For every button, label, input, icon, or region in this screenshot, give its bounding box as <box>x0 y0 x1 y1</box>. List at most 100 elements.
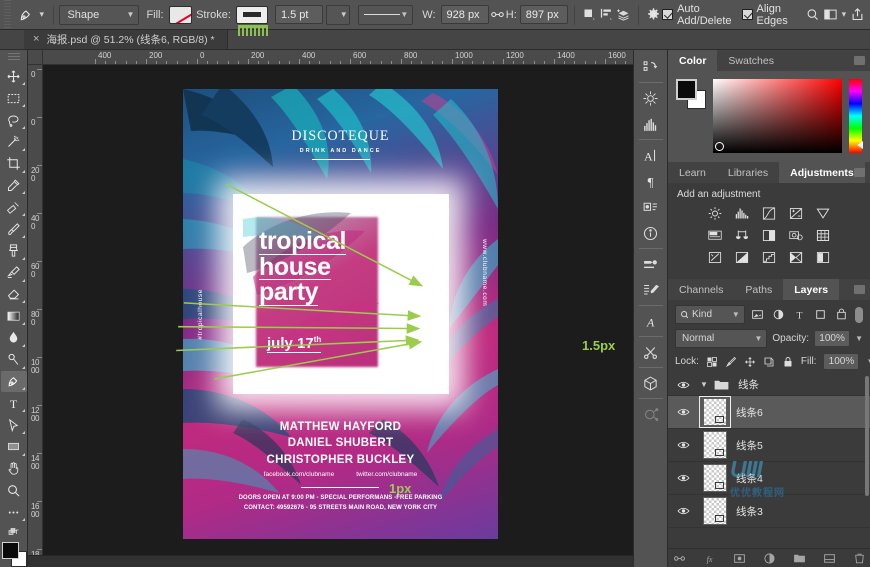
shape-filter-icon[interactable] <box>813 306 829 324</box>
move-tool[interactable] <box>1 66 27 88</box>
stroke-style-select[interactable]: ▼ <box>358 5 413 25</box>
swap-colors-button[interactable] <box>1 523 27 540</box>
auto-add-delete-checkbox[interactable]: Auto Add/Delete <box>662 3 731 27</box>
vertical-ruler[interactable]: 0020040060080010001200140016001800200 <box>28 65 43 555</box>
glyphs-icon[interactable]: A <box>636 308 666 334</box>
spot-healing-tool[interactable] <box>1 196 27 218</box>
exposure-icon[interactable] <box>787 205 805 221</box>
workspace-caret-icon[interactable]: ▾ <box>839 4 849 26</box>
opacity-chevron-icon[interactable]: ▼ <box>855 334 863 343</box>
lock-position-icon[interactable] <box>744 355 756 369</box>
tool-presets-icon[interactable] <box>636 251 666 277</box>
color-lookup-icon[interactable] <box>706 249 724 265</box>
foreground-background-colors[interactable] <box>1 542 27 567</box>
fill-chevron-icon[interactable]: ▼ <box>866 357 870 366</box>
layer-list-scrollbar[interactable] <box>865 376 869 496</box>
tool-preset-caret[interactable]: ▾ <box>37 4 47 26</box>
pen-tool[interactable] <box>1 371 27 393</box>
history-brush-tool[interactable] <box>1 262 27 284</box>
fill-value[interactable]: 100% <box>823 353 859 370</box>
layer-visibility-toggle[interactable] <box>672 506 694 516</box>
canvas-stage[interactable]: DISCOTEQUE DRINK AND DANCE tropical hous… <box>43 65 633 555</box>
lock-all-icon[interactable] <box>782 355 794 369</box>
stroke-swatch[interactable] <box>236 6 268 24</box>
layer-kind-filter[interactable]: Kind ▼ <box>675 305 745 324</box>
layer-thumbnail-wrapper[interactable] <box>698 495 732 527</box>
layer-visibility-toggle[interactable] <box>672 440 694 450</box>
tools-panel-grip[interactable] <box>8 53 20 62</box>
type-filter-icon[interactable]: T <box>792 306 808 324</box>
tab-paths[interactable]: Paths <box>734 279 783 300</box>
type-tool[interactable]: T <box>1 392 27 414</box>
vibrance-icon[interactable] <box>814 205 832 221</box>
path-arrangement-icon[interactable] <box>615 4 632 26</box>
close-icon[interactable]: × <box>33 34 39 45</box>
fx-icon[interactable]: fx <box>702 551 716 565</box>
magic-wand-tool[interactable] <box>1 131 27 153</box>
tab-libraries[interactable]: Libraries <box>717 162 779 183</box>
poster-document[interactable]: DISCOTEQUE DRINK AND DANCE tropical hous… <box>183 89 498 539</box>
clone-stamp-tool[interactable] <box>1 240 27 262</box>
link-layers-icon[interactable] <box>672 551 686 565</box>
document-tab[interactable]: × 海报.psd @ 51.2% (线条6, RGB/8) * <box>24 29 228 49</box>
layer-thumbnail-wrapper[interactable] <box>698 462 732 494</box>
posterize-icon[interactable] <box>760 249 778 265</box>
gradient-tool[interactable] <box>1 305 27 327</box>
shape-mode-select[interactable]: Shape ▼ <box>59 5 139 25</box>
blend-mode-select[interactable]: Normal ▼ <box>675 329 767 348</box>
actions-icon[interactable] <box>636 85 666 111</box>
black-white-icon[interactable] <box>760 227 778 243</box>
layer-thumbnail-wrapper[interactable] <box>698 429 732 461</box>
foreground-color-swatch[interactable] <box>2 542 19 559</box>
panel-menu-icon[interactable] <box>854 285 865 294</box>
eyedropper-tool[interactable] <box>1 175 27 197</box>
hue-slider[interactable] <box>849 79 862 153</box>
new-adjustment-icon[interactable] <box>762 551 776 565</box>
color-balance-icon[interactable] <box>733 227 751 243</box>
photo-filter-icon[interactable] <box>787 227 805 243</box>
lock-image-icon[interactable] <box>725 355 737 369</box>
tab-learn[interactable]: Learn <box>668 162 717 183</box>
pixel-filter-icon[interactable] <box>750 306 766 324</box>
hand-tool[interactable] <box>1 458 27 480</box>
gradient-map-icon[interactable] <box>814 249 832 265</box>
tab-layers[interactable]: Layers <box>783 279 839 300</box>
pen-tool-icon[interactable] <box>15 4 37 26</box>
align-edges-checkbox[interactable]: Align Edges <box>742 3 795 27</box>
lock-artboard-icon[interactable] <box>763 355 775 369</box>
color-panel-swatches[interactable] <box>676 79 706 109</box>
3d-icon[interactable] <box>636 370 666 396</box>
layer-row[interactable]: 线条4 UIII 优优教程网 <box>668 462 870 495</box>
share-icon[interactable] <box>849 4 866 26</box>
history-icon[interactable] <box>636 54 666 80</box>
eraser-tool[interactable] <box>1 284 27 306</box>
gear-icon[interactable] <box>645 4 662 26</box>
filter-toggle-switch[interactable] <box>855 307 863 323</box>
channel-mixer-icon[interactable] <box>814 227 832 243</box>
horizontal-ruler[interactable]: 400200020040060080010001200140016001800 <box>43 50 633 65</box>
width-input[interactable]: 928 px <box>441 5 489 24</box>
tab-adjustments[interactable]: Adjustments <box>779 162 865 183</box>
hue-saturation-icon[interactable] <box>706 227 724 243</box>
height-input[interactable]: 897 px <box>520 5 568 24</box>
histogram-icon[interactable] <box>636 111 666 137</box>
tab-swatches[interactable]: Swatches <box>717 50 785 71</box>
new-layer-icon[interactable] <box>822 551 836 565</box>
info-icon[interactable] <box>636 220 666 246</box>
tab-channels[interactable]: Channels <box>668 279 734 300</box>
layer-list[interactable]: ▼ 线条 线条6 <box>668 374 870 548</box>
zoom-tool[interactable] <box>1 480 27 502</box>
layer-row[interactable]: 线条3 <box>668 495 870 528</box>
layer-row[interactable]: 线条5 <box>668 429 870 462</box>
scissors-icon[interactable] <box>636 339 666 365</box>
layer-visibility-toggle[interactable] <box>672 473 694 483</box>
crop-tool[interactable] <box>1 153 27 175</box>
stroke-width-input[interactable]: 1.5 pt <box>275 5 323 24</box>
layer-visibility-toggle[interactable] <box>672 407 694 417</box>
edit-toolbar-button[interactable] <box>1 501 27 523</box>
properties-icon[interactable] <box>636 194 666 220</box>
panel-menu-icon[interactable] <box>854 168 865 177</box>
lasso-tool[interactable] <box>1 109 27 131</box>
tab-color[interactable]: Color <box>668 50 717 71</box>
ruler-corner[interactable] <box>28 50 43 65</box>
